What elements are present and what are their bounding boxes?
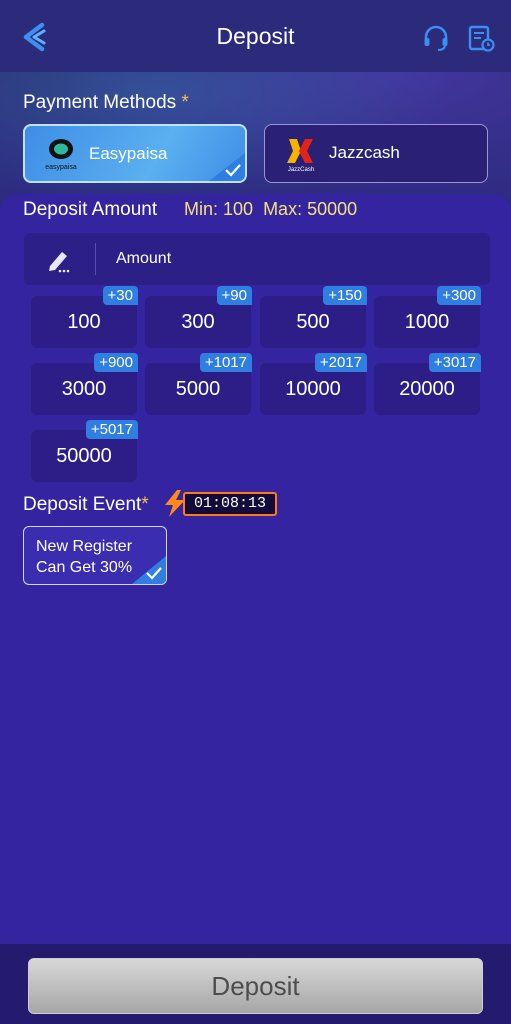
- bonus-badge: +30: [102, 286, 138, 305]
- selected-check-icon: [132, 556, 166, 584]
- selected-check-icon: [209, 153, 245, 181]
- bonus-badge: +2017: [314, 353, 367, 372]
- amount-chip-3000[interactable]: 3000 +900: [31, 353, 138, 415]
- page-title: Deposit: [216, 22, 295, 49]
- headset-support-icon[interactable]: [422, 24, 450, 52]
- max-amount: Max: 50000: [263, 199, 358, 219]
- easypaisa-logo-icon: easypaisa: [45, 139, 77, 171]
- amount-chip-300[interactable]: 300 +90: [145, 286, 252, 348]
- payment-method-jazzcash[interactable]: JazzCash Jazzcash: [264, 124, 488, 183]
- deposit-button[interactable]: Deposit: [28, 958, 483, 1014]
- amount-input[interactable]: [116, 245, 456, 273]
- svg-text:JazzCash: JazzCash: [288, 167, 314, 173]
- deposit-record-icon[interactable]: [467, 24, 495, 52]
- bonus-badge: +900: [94, 353, 138, 372]
- jazzcash-label: Jazzcash: [329, 143, 400, 162]
- bonus-badge: +90: [216, 286, 252, 305]
- easypaisa-label: Easypaisa: [89, 144, 168, 163]
- amount-chip-10000[interactable]: 10000 +2017: [260, 353, 367, 415]
- amount-chip-500[interactable]: 500 +150: [260, 286, 367, 348]
- event-countdown: 01:08:13: [163, 490, 277, 517]
- payment-methods-label: Payment Methods *: [23, 92, 189, 113]
- amount-chip-20000[interactable]: 20000 +3017: [374, 353, 481, 415]
- pencil-edit-icon: [49, 252, 70, 273]
- event-option-new-register[interactable]: New Register Can Get 30%: [23, 526, 167, 585]
- amount-chip-100[interactable]: 100 +30: [31, 286, 138, 348]
- footer-bar: Deposit: [0, 944, 511, 1024]
- bonus-badge: +300: [437, 286, 481, 305]
- countdown-timer: 01:08:13: [183, 492, 277, 516]
- back-arrow-icon[interactable]: [20, 22, 48, 52]
- amount-chip-1000[interactable]: 1000 +300: [374, 286, 481, 348]
- min-amount: Min: 100: [184, 199, 254, 219]
- bonus-badge: +150: [323, 286, 367, 305]
- deposit-amount-label: Deposit Amount: [23, 199, 158, 220]
- deposit-event-label: Deposit Event*: [23, 494, 149, 515]
- amount-chip-50000[interactable]: 50000 +5017: [31, 420, 138, 482]
- jazzcash-logo-icon: JazzCash: [287, 139, 314, 173]
- amount-divider: [95, 243, 96, 275]
- bonus-badge: +1017: [199, 353, 252, 372]
- amount-input-box[interactable]: [24, 233, 490, 285]
- payment-method-easypaisa[interactable]: easypaisa Easypaisa: [23, 124, 247, 183]
- bonus-badge: +3017: [428, 353, 481, 372]
- deposit-limits: Min: 100 Max: 50000: [184, 199, 357, 220]
- svg-text:easypaisa: easypaisa: [45, 164, 77, 171]
- top-bar: Deposit: [0, 0, 511, 72]
- amount-chip-5000[interactable]: 5000 +1017: [145, 353, 252, 415]
- bonus-badge: +5017: [85, 420, 138, 439]
